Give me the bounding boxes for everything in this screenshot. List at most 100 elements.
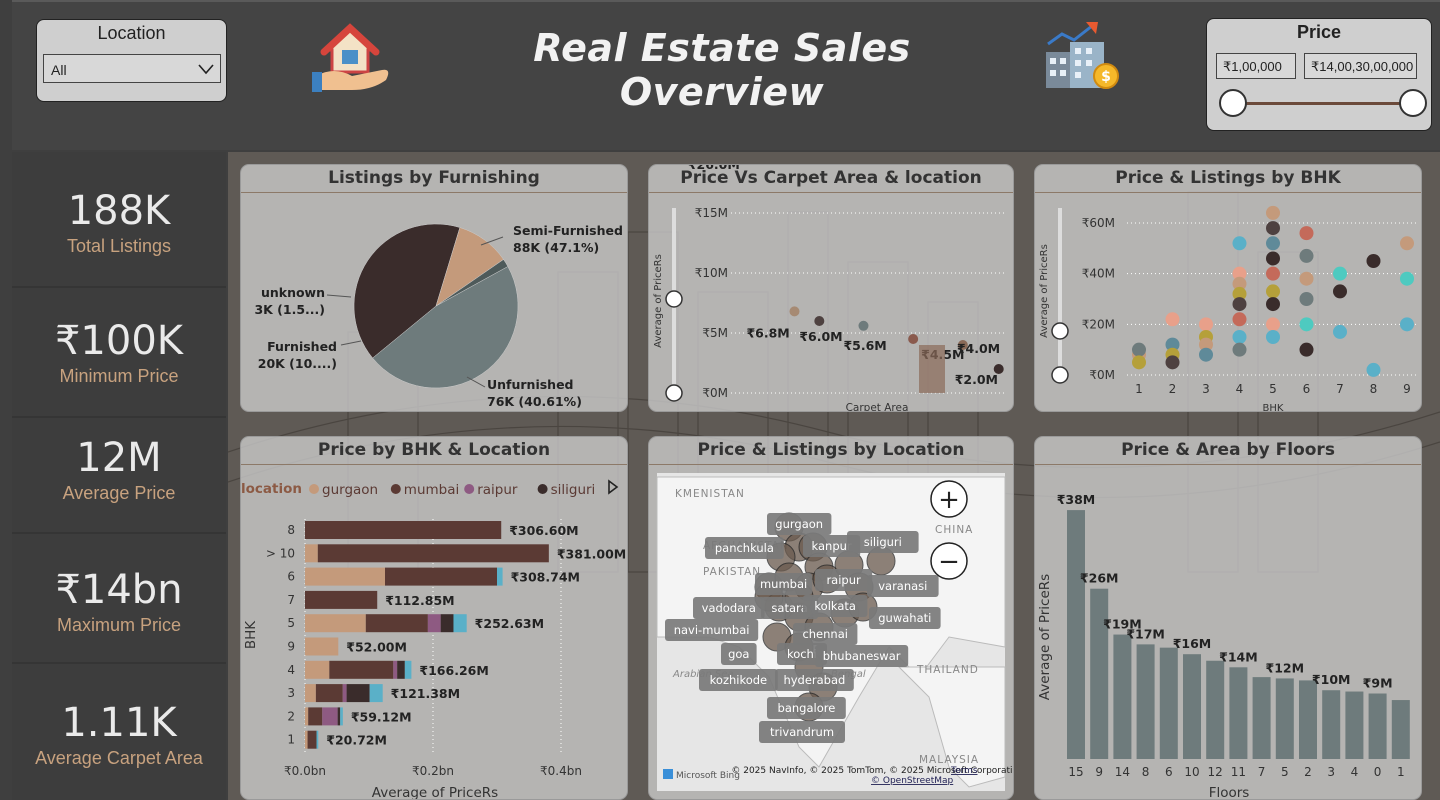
- y-tick-label: 5: [287, 616, 295, 630]
- bar-segment: [393, 660, 398, 679]
- legend-title: location: [241, 481, 302, 497]
- bing-logo-icon: [663, 769, 673, 779]
- price-min-handle[interactable]: [1219, 89, 1247, 117]
- price-min-input[interactable]: ₹1,00,000: [1216, 53, 1296, 79]
- bar-segment: [440, 614, 454, 633]
- data-label: ₹59.12M: [351, 709, 412, 724]
- x-axis-title: Floors: [1209, 785, 1250, 800]
- location-map[interactable]: KMENISTANAFGHANISTANPAKISTANCHINATHAILAN…: [649, 437, 1014, 800]
- x-tick-label: 7: [1336, 382, 1344, 396]
- x-tick-label: 10: [1184, 765, 1199, 779]
- y-tick-label: 7: [287, 593, 295, 607]
- chevron-down-icon: [198, 64, 214, 75]
- scatter-point: [1333, 284, 1347, 299]
- zoom-out-icon: −: [938, 547, 960, 577]
- pie-label-name: unknown: [261, 285, 325, 300]
- bar-segment: [427, 614, 441, 633]
- bar-segment: [305, 684, 316, 703]
- kpi-minimum-price: ₹100K Minimum Price: [12, 318, 226, 387]
- kpi-label: Maximum Price: [56, 615, 181, 635]
- bar-segment: [305, 614, 366, 633]
- floors-bar-panel: Price & Area by Floors Average of PriceR…: [1034, 436, 1422, 800]
- map-osm-link: © OpenStreetMap: [871, 776, 954, 786]
- header-bar: Location All Real Estate Sales Overview …: [12, 0, 1440, 150]
- x-tick-label: 4: [1351, 765, 1359, 779]
- pie-label-name: Semi-Furnished: [513, 223, 623, 238]
- furnishing-pie-chart: Semi-Furnished 88K (47.1%) Unfurnished 76K …: [254, 223, 623, 409]
- scatter-point: [1165, 355, 1180, 370]
- data-label: ₹112.85M: [385, 593, 454, 608]
- scatter-point: [1266, 251, 1280, 266]
- bar-segment: [342, 684, 347, 703]
- price-max-input[interactable]: ₹14,00,30,00,000: [1304, 53, 1417, 79]
- scatter-point: [1366, 362, 1381, 377]
- scatter-point: [858, 320, 869, 331]
- divider: [12, 416, 226, 418]
- kpi-value: 188K: [67, 188, 171, 234]
- kpi-total-listings: 188K Total Listings: [12, 188, 226, 257]
- y-tick-label: ₹60M: [1082, 216, 1115, 230]
- x-tick-label: 1: [1135, 382, 1143, 396]
- map-city-label: kozhikode: [710, 673, 767, 687]
- data-label: ₹2.0M: [955, 372, 998, 387]
- data-label: ₹12M: [1266, 660, 1305, 675]
- y-tick-label: ₹5M: [702, 326, 728, 340]
- kpi-maximum-price: ₹14bn Maximum Price: [12, 567, 226, 636]
- map-city-label: kochi: [787, 647, 817, 661]
- kpi-label: Average Price: [62, 483, 176, 503]
- legend-marker: [464, 484, 475, 494]
- y-axis-title: Average of PriceRs: [653, 254, 664, 348]
- location-dropdown-value: All: [51, 62, 67, 78]
- pie-label-value: 20K (10....): [258, 356, 337, 371]
- bar: [1090, 588, 1109, 759]
- scatter-point: [1232, 330, 1247, 344]
- map-city-label: kanpur: [812, 539, 852, 553]
- pie-label-value: 88K (47.1%): [513, 240, 599, 255]
- scatter-point: [1299, 292, 1314, 306]
- data-label: ₹20.72M: [326, 733, 387, 748]
- y-range-slider-track: [1058, 208, 1062, 375]
- scatter-point: [1266, 221, 1280, 236]
- x-tick-label: ₹0.2bn: [412, 764, 454, 778]
- scatter-point: [1266, 284, 1280, 299]
- bar-segment: [497, 567, 503, 586]
- map-city-label: bhubaneswar: [823, 649, 901, 663]
- map-city-label: guwahati: [878, 611, 931, 625]
- y-tick-label: 2: [287, 709, 295, 723]
- data-label: ₹26.0M: [688, 165, 740, 172]
- dashboard-title: Real Estate Sales Overview: [533, 26, 911, 114]
- map-city-label: satara: [771, 601, 807, 615]
- bar-segment: [305, 544, 318, 563]
- bar: [1252, 677, 1271, 759]
- bar-segment: [329, 660, 394, 679]
- map-city-label: goa: [728, 647, 749, 661]
- price-range-track[interactable]: [1233, 102, 1413, 105]
- zoom-in-icon: +: [938, 485, 960, 515]
- main-canvas: Listings by Furnishing Semi-Furnished 88K…: [228, 152, 1440, 800]
- x-axis-title: Average of PriceRs: [372, 785, 498, 800]
- map-city-label: gurgaon: [775, 517, 823, 531]
- kpi-value: 1.11K: [61, 700, 177, 746]
- y-tick-label: 1: [287, 733, 295, 747]
- bar-segment: [397, 660, 405, 679]
- y-range-slider-handle: [1051, 366, 1069, 384]
- map-city-label: varanasi: [878, 579, 927, 593]
- location-map-panel: Price & Listings by Location KMENISTANAF…: [648, 436, 1014, 800]
- legend-marker: [537, 484, 548, 494]
- legend-item: gurgaon: [322, 482, 378, 498]
- bar: [1183, 654, 1201, 759]
- legend-marker: [390, 484, 401, 494]
- map-city-label: vadodara: [702, 601, 756, 615]
- map-country-label: PAKISTAN: [703, 566, 761, 578]
- scatter-point: [789, 306, 800, 317]
- data-label: ₹38M: [1057, 492, 1096, 507]
- legend-item: siliguri: [551, 482, 596, 498]
- bar-segment: [317, 544, 549, 563]
- y-range-slider-handle: [665, 290, 683, 308]
- y-tick-label: 9: [287, 640, 295, 654]
- data-label: ₹6.8M: [746, 325, 789, 340]
- map-city-label: bangalore: [778, 701, 836, 715]
- location-dropdown[interactable]: All: [43, 54, 221, 83]
- price-slicer: Price ₹1,00,000 ₹14,00,30,00,000: [1206, 18, 1432, 131]
- price-max-handle[interactable]: [1399, 89, 1427, 117]
